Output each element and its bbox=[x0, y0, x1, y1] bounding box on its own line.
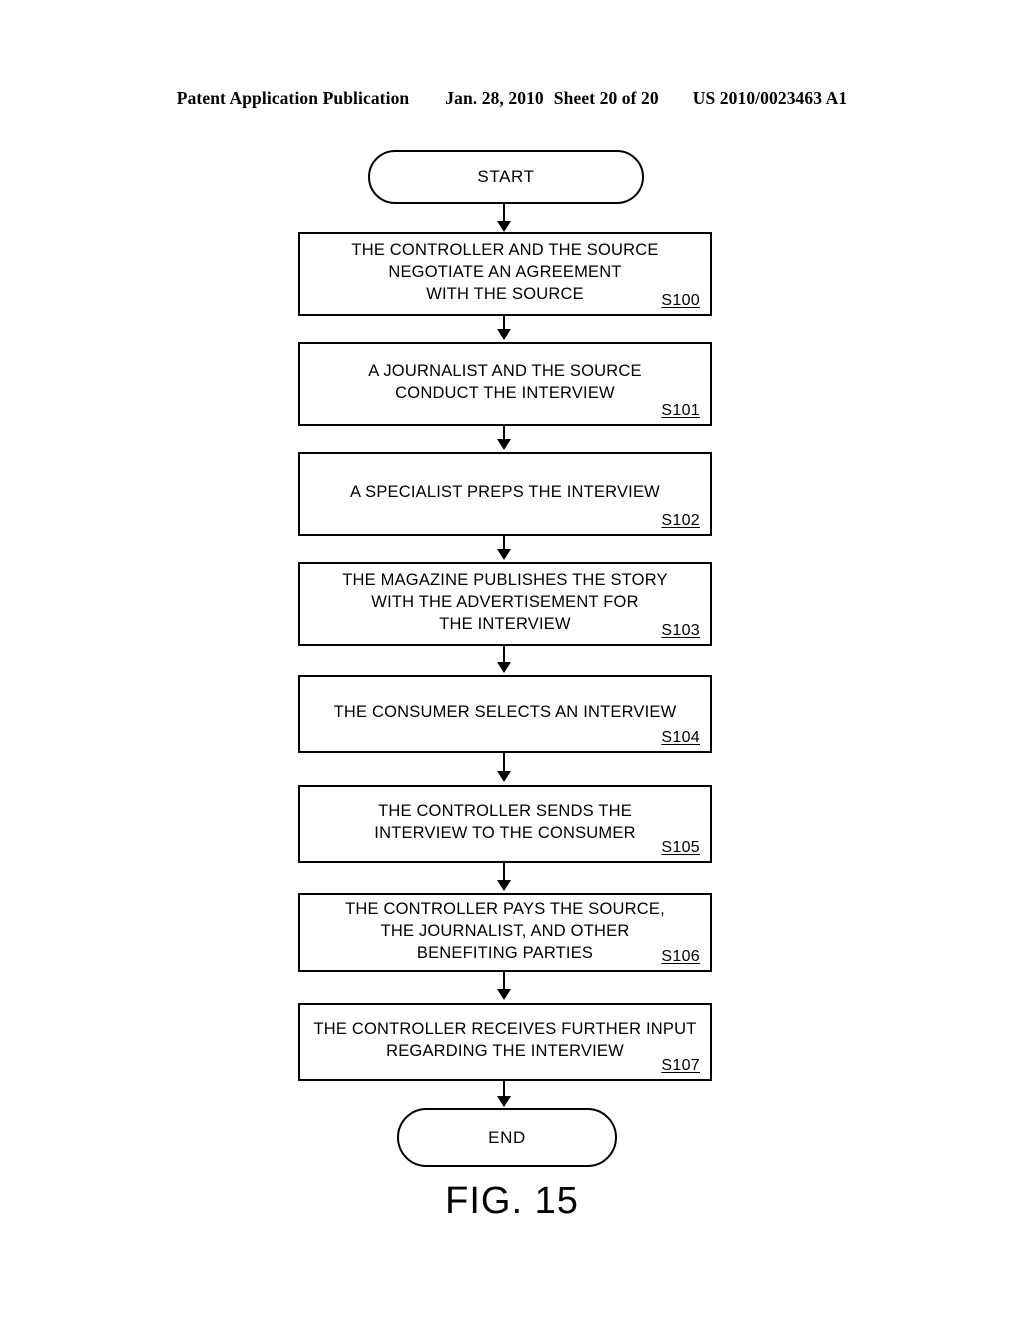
flow-node-s105-step-id: S105 bbox=[661, 839, 700, 856]
flow-node-s103-line-1: THE MAGAZINE PUBLISHES THE STORY bbox=[342, 571, 668, 589]
flow-connector-s101-to-s102 bbox=[503, 426, 505, 440]
flow-node-s101: A JOURNALIST AND THE SOURCE CONDUCT THE … bbox=[298, 342, 712, 426]
flow-arrowhead-s103-to-s104 bbox=[497, 662, 511, 673]
flow-node-s100-step-id: S100 bbox=[661, 292, 700, 309]
flow-node-s107-line-2: REGARDING THE INTERVIEW bbox=[386, 1042, 624, 1060]
flow-node-s104: THE CONSUMER SELECTS AN INTERVIEW S104 bbox=[298, 675, 712, 753]
flow-node-s100: THE CONTROLLER AND THE SOURCE NEGOTIATE … bbox=[298, 232, 712, 316]
flow-node-s103-text: THE MAGAZINE PUBLISHES THE STORY WITH TH… bbox=[300, 564, 710, 644]
flow-node-s106-text: THE CONTROLLER PAYS THE SOURCE, THE JOUR… bbox=[300, 895, 710, 970]
flow-node-s103-line-3: THE INTERVIEW bbox=[439, 615, 571, 633]
flow-node-s100-line-1: THE CONTROLLER AND THE SOURCE bbox=[351, 241, 659, 259]
flow-node-s100-line-2: NEGOTIATE AN AGREEMENT bbox=[388, 263, 622, 281]
flow-node-end-label: END bbox=[488, 1127, 526, 1147]
flow-node-s106-line-1: THE CONTROLLER PAYS THE SOURCE, bbox=[345, 899, 665, 918]
flow-node-s106-line-2: THE JOURNALIST, AND OTHER bbox=[380, 921, 630, 940]
flow-arrowhead-s107-to-end bbox=[497, 1096, 511, 1107]
flow-arrowhead-s106-to-s107 bbox=[497, 989, 511, 1000]
flow-connector-s106-to-s107 bbox=[503, 972, 505, 990]
flow-node-s100-text: THE CONTROLLER AND THE SOURCE NEGOTIATE … bbox=[300, 234, 710, 314]
flow-node-s105-line-1: THE CONTROLLER SENDS THE bbox=[378, 802, 632, 820]
flow-node-start-label: START bbox=[477, 167, 535, 186]
flow-arrowhead-s105-to-s106 bbox=[497, 880, 511, 891]
flow-node-s102: A SPECIALIST PREPS THE INTERVIEW S102 bbox=[298, 452, 712, 536]
flow-node-s105: THE CONTROLLER SENDS THE INTERVIEW TO TH… bbox=[298, 785, 712, 863]
flow-node-s101-line-2: CONDUCT THE INTERVIEW bbox=[395, 384, 615, 402]
flow-connector-s105-to-s106 bbox=[503, 863, 505, 881]
flow-connector-s102-to-s103 bbox=[503, 536, 505, 550]
flow-node-s104-line-1: THE CONSUMER SELECTS AN INTERVIEW bbox=[333, 703, 677, 721]
flow-node-s102-step-id: S102 bbox=[661, 512, 700, 529]
flow-node-start: START bbox=[368, 150, 644, 204]
flow-node-s107: THE CONTROLLER RECEIVES FURTHER INPUT RE… bbox=[298, 1003, 712, 1081]
flow-node-s103-step-id: S103 bbox=[661, 622, 700, 639]
flow-connector-s107-to-end bbox=[503, 1081, 505, 1097]
flow-node-s102-text: A SPECIALIST PREPS THE INTERVIEW bbox=[300, 454, 710, 534]
flow-connector-s103-to-s104 bbox=[503, 646, 505, 663]
flow-node-s100-line-3: WITH THE SOURCE bbox=[426, 285, 584, 303]
flow-node-end: END bbox=[397, 1108, 617, 1167]
figure-caption: FIG. 15 bbox=[445, 1180, 579, 1222]
flow-arrowhead-s102-to-s103 bbox=[497, 549, 511, 560]
flow-connector-s100-to-s101 bbox=[503, 316, 505, 330]
flow-node-s101-step-id: S101 bbox=[661, 402, 700, 419]
flow-arrowhead-s100-to-s101 bbox=[497, 329, 511, 340]
flow-node-s101-line-1: A JOURNALIST AND THE SOURCE bbox=[368, 362, 642, 380]
flow-node-s107-line-1: THE CONTROLLER RECEIVES FURTHER INPUT bbox=[313, 1020, 697, 1038]
flowchart-diagram: START THE CONTROLLER AND THE SOURCE NEGO… bbox=[0, 0, 1024, 1320]
flow-node-s105-line-2: INTERVIEW TO THE CONSUMER bbox=[374, 824, 636, 842]
flow-node-s101-text: A JOURNALIST AND THE SOURCE CONDUCT THE … bbox=[300, 344, 710, 424]
flow-arrowhead-s101-to-s102 bbox=[497, 439, 511, 450]
flow-arrowhead-s104-to-s105 bbox=[497, 771, 511, 782]
flow-node-s104-step-id: S104 bbox=[661, 729, 700, 746]
flow-arrowhead-start-to-s100 bbox=[497, 221, 511, 232]
flow-connector-s104-to-s105 bbox=[503, 753, 505, 772]
flow-node-s104-text: THE CONSUMER SELECTS AN INTERVIEW bbox=[300, 677, 710, 751]
flow-node-s107-step-id: S107 bbox=[661, 1057, 700, 1074]
flow-node-s105-text: THE CONTROLLER SENDS THE INTERVIEW TO TH… bbox=[300, 787, 710, 861]
flow-node-s102-line-1: A SPECIALIST PREPS THE INTERVIEW bbox=[350, 483, 660, 501]
flow-node-s107-text: THE CONTROLLER RECEIVES FURTHER INPUT RE… bbox=[300, 1005, 710, 1079]
flow-node-s106: THE CONTROLLER PAYS THE SOURCE, THE JOUR… bbox=[298, 893, 712, 972]
flow-node-s106-step-id: S106 bbox=[661, 948, 700, 965]
flow-node-s103-line-2: WITH THE ADVERTISEMENT FOR bbox=[371, 593, 639, 611]
flow-node-s103: THE MAGAZINE PUBLISHES THE STORY WITH TH… bbox=[298, 562, 712, 646]
flow-node-s106-line-3: BENEFITING PARTIES bbox=[416, 943, 594, 962]
